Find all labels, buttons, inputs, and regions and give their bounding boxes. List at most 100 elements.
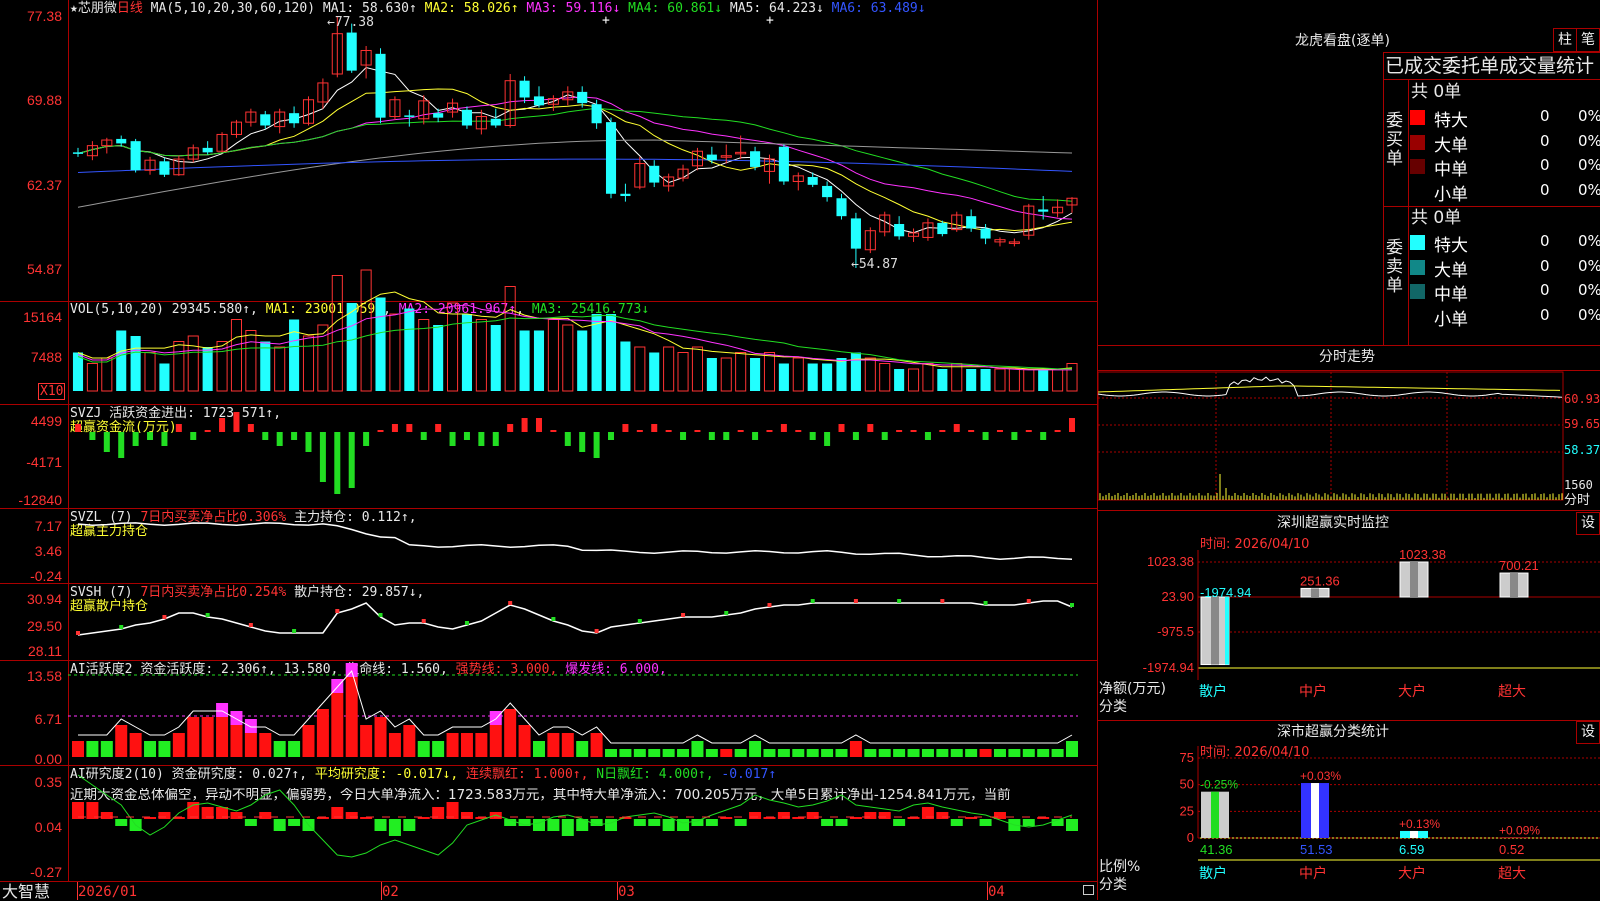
activity-bar	[460, 733, 473, 757]
volume-bar	[490, 325, 501, 391]
kline-area[interactable]: ★芯朋微日线 MA(5,10,20,30,60,120) MA1: 58.630…	[0, 0, 1097, 900]
order-percent: 0%	[1578, 107, 1600, 125]
volume-bar	[922, 363, 934, 392]
candle-body	[807, 176, 818, 185]
activity-bar	[172, 733, 185, 757]
activity-bar	[288, 741, 301, 757]
candlestick-chart[interactable]: ←77.38 ←54.87 + +	[0, 0, 1097, 301]
flow-bar	[881, 432, 888, 440]
order-row: 中单 0 0%	[1410, 155, 1600, 180]
activity-bar	[86, 741, 99, 757]
candle-body	[649, 165, 660, 183]
activity-bar	[950, 749, 963, 757]
activity-bar	[374, 717, 387, 757]
activity-bar	[619, 749, 632, 757]
ratio-change: -0.25%	[1200, 778, 1238, 792]
flow-bar	[319, 432, 326, 482]
flow-bar	[680, 432, 687, 440]
activity-bar	[965, 749, 978, 757]
volume-bar	[951, 363, 963, 392]
ratio-bar-stripe	[1211, 791, 1219, 838]
intraday-chart[interactable]	[1097, 370, 1600, 510]
volume-bar	[634, 346, 646, 392]
candle-body	[577, 91, 588, 104]
volume-bar	[577, 330, 588, 391]
flow-bar	[132, 432, 139, 446]
flow-bar	[233, 412, 240, 432]
research-bar	[835, 819, 848, 826]
candle-body	[1038, 209, 1049, 212]
research-bar	[259, 812, 272, 819]
cls-unit-label: 比例%	[1099, 859, 1141, 875]
tick-mode-button[interactable]: 笔	[1576, 28, 1600, 52]
flow-bar	[103, 432, 110, 452]
ratio-value: 41.36	[1200, 842, 1233, 857]
flow-bar	[363, 432, 370, 446]
flow-bar	[1069, 418, 1075, 432]
activity-bar	[576, 741, 589, 757]
flow-bar	[982, 432, 989, 440]
right-panel: 龙虎看盘(逐单) 柱 笔 已成交委托单成交量统计 委买单 共 0单 特大 0 0% 大…	[1097, 0, 1600, 900]
order-percent: 0%	[1578, 232, 1600, 250]
sell-total: 共 0单	[1411, 208, 1462, 228]
sz-unit-label: 净额(万元)	[1099, 681, 1166, 697]
order-row: 大单 0 0%	[1410, 131, 1600, 156]
volume-chart	[72, 269, 1078, 392]
ma-line	[77, 96, 1073, 220]
volume-bar	[750, 358, 761, 391]
retail-tick	[637, 619, 642, 623]
flow-bar	[780, 424, 787, 432]
divider	[1383, 52, 1384, 345]
candle-body	[591, 104, 602, 124]
activity-bar-top	[244, 719, 257, 733]
activity-bar	[763, 749, 776, 757]
research-bar	[662, 819, 675, 831]
flow-bar	[305, 432, 312, 452]
divider	[1383, 79, 1600, 80]
volume-bar	[389, 313, 401, 392]
retail-tick	[724, 611, 729, 615]
activity-bar	[893, 749, 906, 757]
volume-bar	[418, 319, 430, 392]
candle-body	[260, 114, 271, 126]
candle-body	[822, 185, 833, 198]
volume-bar	[763, 352, 776, 392]
flow-bar	[507, 424, 514, 432]
ma-line	[77, 158, 1073, 173]
candle-body	[750, 151, 761, 167]
order-row: 特大 0 0%	[1410, 106, 1600, 131]
order-percent: 0%	[1578, 156, 1600, 174]
activity-bar	[316, 709, 329, 757]
volume-bar	[86, 363, 98, 392]
flow-bar	[910, 430, 917, 432]
bar-mode-button[interactable]: 柱	[1553, 28, 1577, 52]
activity-chart	[68, 663, 1078, 757]
volume-bar	[591, 314, 602, 391]
flow-bar	[550, 430, 557, 432]
order-type-label: 大单	[1434, 135, 1468, 156]
date-tick	[77, 882, 78, 900]
volume-bar	[447, 302, 459, 392]
lock-icon[interactable]	[1083, 885, 1094, 895]
activity-bar	[734, 749, 747, 757]
volume-bar	[735, 352, 747, 392]
retail-tick	[464, 621, 469, 625]
ratio-change: +0.09%	[1499, 823, 1540, 837]
volume-bar	[562, 324, 574, 392]
netflow-bar-shade	[1211, 597, 1219, 665]
color-swatch	[1410, 308, 1425, 324]
candle-body	[375, 53, 386, 118]
retail-holding-chart	[76, 599, 1074, 636]
order-stats-tabs[interactable]: 已成交委托单成交量统计	[1385, 55, 1594, 77]
retail-tick	[897, 599, 902, 603]
date-tick	[381, 882, 382, 900]
activity-bar	[792, 749, 805, 757]
activity-bar	[547, 733, 560, 757]
order-row: 大单 0 0%	[1410, 256, 1600, 281]
flow-bar	[449, 432, 456, 446]
research-bar	[403, 819, 416, 831]
color-swatch	[1410, 134, 1425, 150]
research-bar	[648, 819, 661, 826]
flow-bar	[1054, 430, 1061, 432]
sz-category: 散户	[1199, 683, 1227, 700]
